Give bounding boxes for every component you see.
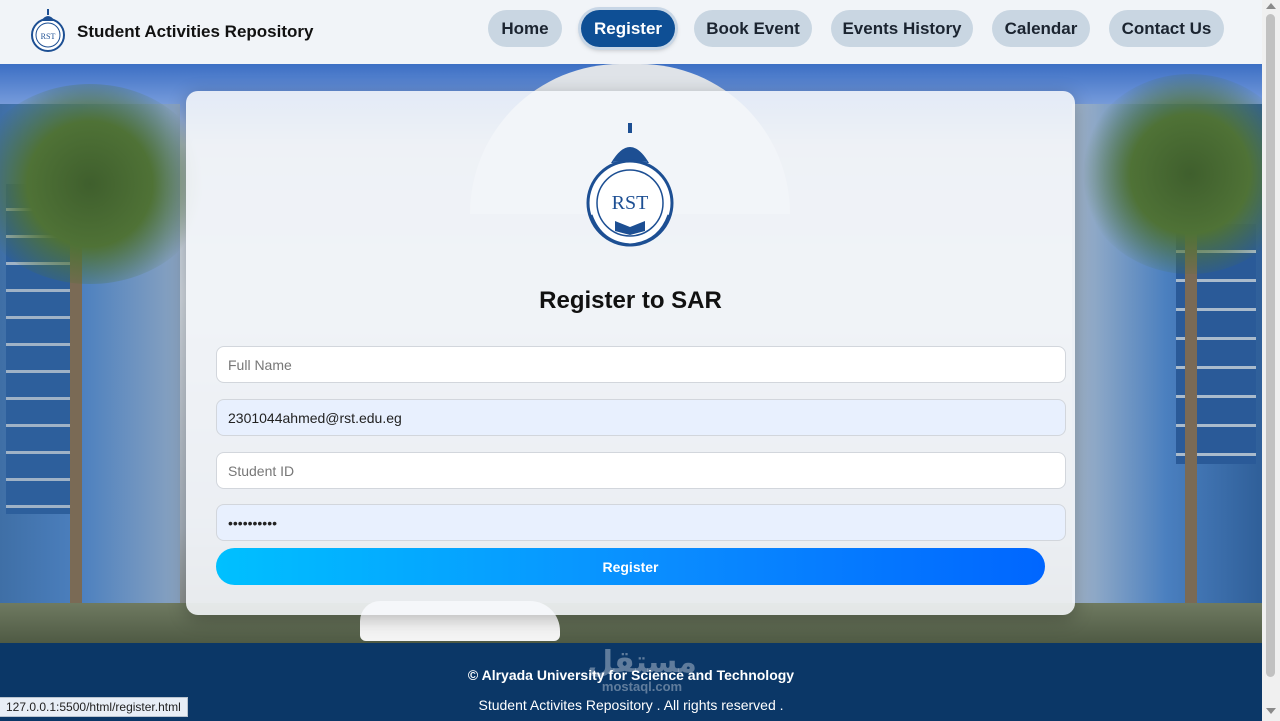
nav-book-event[interactable]: Book Event: [694, 10, 812, 47]
student-id-input[interactable]: [216, 452, 1066, 489]
nav-home[interactable]: Home: [488, 10, 562, 47]
svg-text:RST: RST: [612, 192, 649, 214]
email-input[interactable]: [216, 399, 1066, 436]
scrollbar-thumb[interactable]: [1266, 14, 1275, 677]
nav-calendar[interactable]: Calendar: [992, 10, 1090, 47]
full-name-input[interactable]: [216, 346, 1066, 383]
main-nav: Home Register Book Event Events History …: [0, 0, 1262, 64]
nav-events-history[interactable]: Events History: [831, 10, 973, 47]
footer-copyright: © Alryada University for Science and Tec…: [467, 667, 795, 683]
nav-contact-us[interactable]: Contact Us: [1109, 10, 1224, 47]
vertical-scrollbar[interactable]: [1262, 0, 1280, 721]
university-emblem-icon: RST: [586, 123, 674, 247]
register-submit-button[interactable]: Register: [216, 548, 1045, 585]
password-input[interactable]: [216, 504, 1066, 541]
register-card: RST Register to SAR Register: [186, 91, 1075, 615]
scroll-down-arrow-icon[interactable]: [1266, 708, 1276, 714]
footer-rights: Student Activites Repository . All right…: [478, 697, 784, 713]
scroll-up-arrow-icon[interactable]: [1266, 3, 1276, 9]
page-title: Register to SAR: [539, 287, 722, 314]
link-status-bar: 127.0.0.1:5500/html/register.html: [0, 697, 188, 717]
page-footer: مستقل mostaql.com © Alryada University f…: [0, 643, 1262, 721]
nav-register[interactable]: Register: [581, 10, 675, 47]
